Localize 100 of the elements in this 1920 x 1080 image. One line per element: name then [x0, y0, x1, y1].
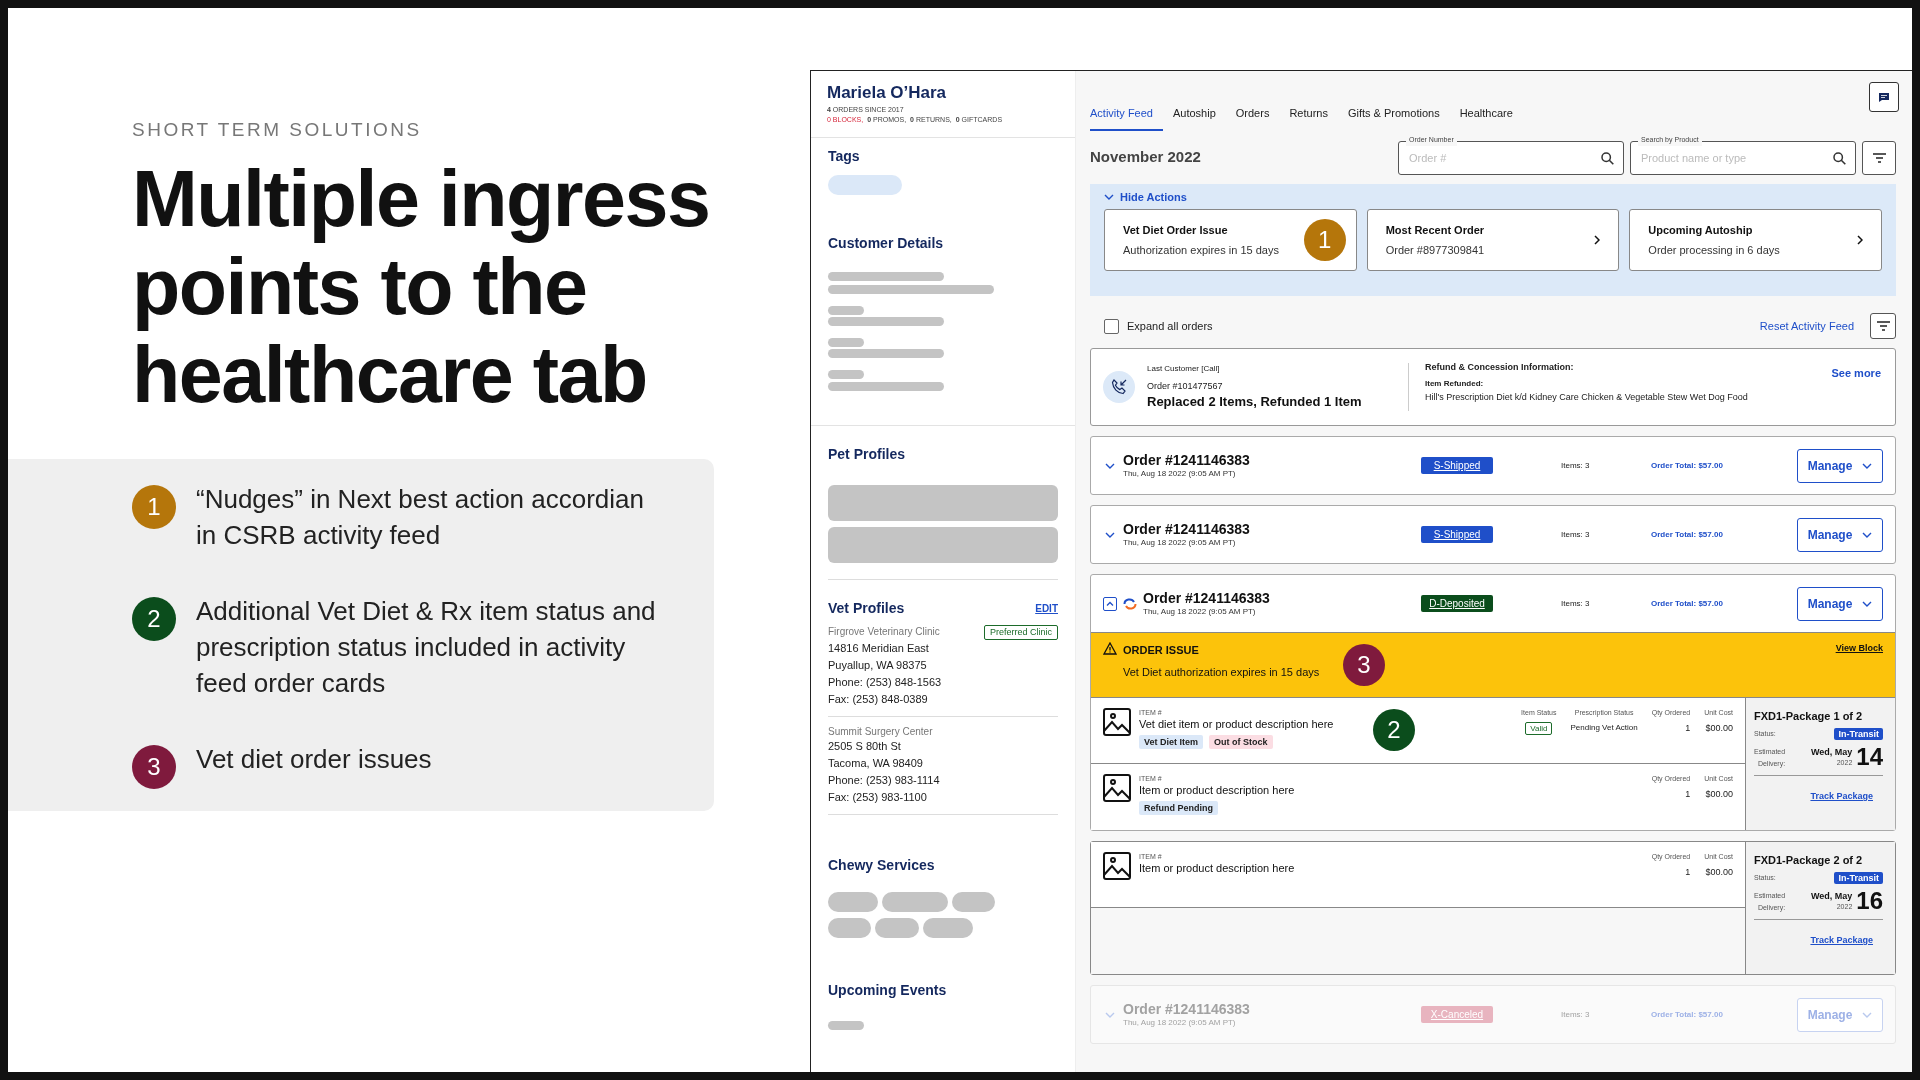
number-badge: 3	[132, 744, 176, 789]
action-title: Most Recent Order	[1385, 223, 1486, 238]
manage-button[interactable]: Manage	[1797, 448, 1883, 483]
see-more-link[interactable]: See more	[1831, 365, 1881, 382]
order-date: Thu, Aug 18 2022 (9:05 AM PT)	[1143, 606, 1257, 617]
item-tag: Vet Diet Item	[1139, 735, 1204, 749]
chevron-down-icon	[1105, 462, 1115, 469]
order-number: Order #1241146383	[1143, 590, 1270, 606]
transit-badge: In-Transit	[1834, 872, 1883, 884]
image-icon	[1103, 852, 1131, 880]
tab[interactable]: Orders	[1225, 104, 1280, 131]
reset-link[interactable]: Reset Activity Feed	[1759, 317, 1854, 335]
skeleton-bar	[828, 1021, 864, 1030]
image-icon	[1103, 774, 1131, 802]
order-number: Order #1241146383	[1123, 521, 1250, 537]
chevron-up-icon	[1106, 601, 1114, 606]
package-title: FXD1-Package 2 of 2	[1754, 853, 1864, 868]
action-card[interactable]: Most Recent Order Order #8977309841	[1366, 209, 1620, 271]
skeleton-pill	[952, 892, 995, 912]
issue-text: Vet Diet authorization expires in 15 days	[1123, 665, 1320, 680]
tab[interactable]: Healthcare	[1449, 104, 1523, 131]
order-total: Order Total: $57.00	[1651, 1008, 1724, 1021]
filter-icon	[1872, 152, 1886, 163]
order-total: Order Total: $57.00	[1651, 528, 1724, 541]
track-package-link[interactable]: Track Package	[1810, 934, 1873, 948]
chevron-down-icon	[1862, 1011, 1873, 1018]
chat-button[interactable]	[1869, 82, 1899, 112]
filter-button[interactable]	[1870, 313, 1896, 339]
section-title: Customer Details	[828, 234, 944, 253]
action-card[interactable]: Vet Diet Order Issue Authorization expires in 15 days 1	[1104, 209, 1357, 271]
clinic-detail: Fax: (253) 983-1100	[828, 790, 928, 805]
skeleton-pill	[875, 918, 919, 938]
view-block-link[interactable]: View Block	[1835, 642, 1883, 656]
order-total: Order Total: $57.00	[1651, 459, 1724, 472]
manage-button[interactable]: Manage	[1797, 586, 1883, 621]
item-tag: Refund Pending	[1139, 801, 1218, 815]
edit-link[interactable]: EDIT	[1035, 601, 1058, 616]
skeleton-bar	[828, 306, 864, 315]
skeleton-pill	[828, 918, 871, 938]
clinic-name: Firgrove Veterinary Clinic	[828, 625, 940, 638]
column-value: Pending Vet Action	[1570, 722, 1638, 734]
item-description: Vet diet item or product description here	[1139, 717, 1334, 732]
skeleton-pill	[923, 918, 973, 938]
action-title: Upcoming Autoship	[1648, 223, 1754, 238]
filter-button[interactable]	[1862, 140, 1896, 175]
manage-button[interactable]: Manage	[1797, 517, 1883, 552]
expand-toggle[interactable]	[1103, 596, 1117, 611]
action-subtitle: Authorization expires in 15 days	[1123, 243, 1280, 258]
order-total: Order Total: $57.00	[1651, 597, 1724, 610]
status-badge: S-Shipped	[1421, 457, 1493, 474]
checkbox[interactable]	[1104, 318, 1119, 334]
skeleton-pill	[882, 892, 948, 912]
action-card[interactable]: Upcoming Autoship Order processing in 6 days	[1629, 209, 1882, 271]
image-icon	[1103, 708, 1131, 736]
number-badge: 1	[1303, 219, 1346, 261]
delivery-day: 14	[1856, 744, 1883, 770]
tab[interactable]: Activity Feed	[1090, 104, 1163, 131]
column-value: $00.00	[1705, 866, 1733, 878]
skeleton-pill	[828, 892, 878, 912]
section-title: Vet Profiles	[828, 599, 905, 618]
tab[interactable]: Gifts & Promotions	[1337, 104, 1450, 131]
tab[interactable]: Autoship	[1162, 104, 1226, 131]
refund-label: Item Refunded:	[1425, 378, 1485, 390]
skeleton-bar	[828, 338, 864, 347]
transit-badge: In-Transit	[1834, 728, 1883, 740]
column-value: 1	[1685, 788, 1691, 800]
slide-eyebrow: SHORT TERM SOLUTIONS	[132, 118, 422, 142]
clinic-detail: Phone: (253) 983-1114	[828, 773, 941, 788]
tab[interactable]: Returns	[1279, 104, 1338, 131]
items-count: Items: 3	[1561, 459, 1591, 472]
warning-icon	[1103, 642, 1117, 655]
column-value: $00.00	[1705, 788, 1733, 800]
refund-title: Refund & Concession Information:	[1425, 361, 1575, 374]
delivery-day: 16	[1856, 888, 1883, 914]
item-description: Item or product description here	[1139, 783, 1295, 798]
column-value: 1	[1685, 722, 1691, 734]
section-title: Tags	[828, 147, 860, 166]
section-title: Chewy Services	[828, 856, 935, 875]
order-date: Thu, Aug 18 2022 (9:05 AM PT)	[1123, 1017, 1237, 1028]
delivery-date: Wed, May	[1810, 746, 1853, 758]
number-badge: 2	[132, 596, 176, 641]
section-title: Pet Profiles	[828, 445, 906, 464]
clinic-detail: Tacoma, WA 98409	[828, 756, 924, 771]
track-package-link[interactable]: Track Package	[1810, 790, 1873, 804]
status-badge: X-Canceled	[1421, 1006, 1493, 1023]
clinic-detail: Fax: (253) 848-0389	[828, 692, 929, 707]
contact-label: Last Customer [Call]	[1147, 363, 1221, 375]
chevron-down-icon	[1862, 531, 1873, 538]
hide-actions-toggle[interactable]: Hide Actions	[1104, 188, 1187, 206]
clinic-detail: Puyallup, WA 98375	[828, 658, 928, 673]
point-text: Additional Vet Diet & Rx item status and prescription status included in activity feed order cards	[196, 594, 657, 700]
checkbox-label: Expand all orders	[1127, 318, 1213, 334]
number-badge: 3	[1343, 644, 1385, 686]
chevron-down-icon	[1862, 600, 1873, 607]
action-subtitle: Order processing in 6 days	[1648, 243, 1781, 258]
chevron-down-icon	[1105, 531, 1115, 538]
skeleton-bar	[828, 370, 864, 379]
order-number: Order #101477567	[1147, 380, 1224, 393]
items-count: Items: 3	[1561, 597, 1591, 610]
clinic-detail: 2505 S 80th St	[828, 739, 902, 754]
